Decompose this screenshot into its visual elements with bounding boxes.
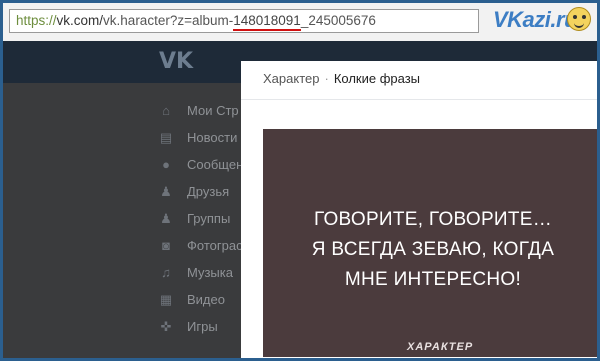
menu-item-label: Игры <box>187 319 218 334</box>
photo-watermark: ХАРАКТЕР <box>407 341 474 353</box>
home-icon: ⌂ <box>162 103 170 118</box>
news-icon: ▤ <box>159 129 173 145</box>
url-scheme: https:// <box>16 13 57 28</box>
friends-icon: ♟ <box>160 183 172 199</box>
screenshot-frame: https://vk.com/vk.haracter?z=album-14801… <box>0 0 600 361</box>
camera-icon: ◙ <box>162 238 170 253</box>
photo-caption-line: МНЕ ИНТЕРЕСНО! <box>344 269 522 290</box>
site-logo: VKazi.ru <box>493 7 578 32</box>
left-menu: ⌂ Мои Стр ▤ Новости ● Сообщен ♟ Друзья ♟… <box>157 97 243 340</box>
photo-caption-line: Я ВСЕГДА ЗЕВАЮ, КОГДА <box>311 239 555 260</box>
menu-item-label: Группы <box>187 211 231 226</box>
vk-page: VK ⌂ Мои Стр ▤ Новости ● Сообщен ♟ Друзь… <box>3 41 597 358</box>
breadcrumb-album-link[interactable]: Колкие фразы <box>334 71 420 86</box>
menu-item-label: Сообщен <box>187 157 244 172</box>
menu-item-photos[interactable]: ◙ Фотограс <box>157 232 243 259</box>
breadcrumb: Характер · Колкие фразы <box>263 71 420 86</box>
photo-viewer-modal: Характер · Колкие фразы ГОВОРИТЕ, ГОВОРИТЕ… <box>241 61 597 358</box>
games-icon: ✜ <box>160 318 172 334</box>
menu-item-label: Музыка <box>187 265 233 280</box>
smiley-icon <box>567 7 591 31</box>
menu-item-my-page[interactable]: ⌂ Мои Стр <box>157 97 243 124</box>
menu-item-news[interactable]: ▤ Новости <box>157 124 243 151</box>
vk-logo[interactable]: VK <box>159 49 193 74</box>
menu-item-label: Мои Стр <box>187 103 239 118</box>
music-icon: ♫ <box>161 265 171 280</box>
browser-toolbar: https://vk.com/vk.haracter?z=album-14801… <box>3 3 597 41</box>
menu-item-music[interactable]: ♫ Музыка <box>157 259 243 286</box>
menu-item-video[interactable]: ▦ Видео <box>157 286 243 313</box>
menu-item-groups[interactable]: ♟ Группы <box>157 205 243 232</box>
groups-icon: ♟ <box>160 210 172 226</box>
url-host: vk.com/ <box>56 13 104 28</box>
breadcrumb-group-link[interactable]: Характер <box>263 71 319 86</box>
photo-caption-line: ГОВОРИТЕ, ГОВОРИТЕ… <box>313 209 553 230</box>
url-photo-tail: _245005676 <box>300 13 376 28</box>
menu-item-games[interactable]: ✜ Игры <box>157 313 243 340</box>
menu-item-label: Новости <box>187 130 238 145</box>
breadcrumb-separator: · <box>324 71 329 86</box>
divider <box>241 99 597 100</box>
address-bar[interactable]: https://vk.com/vk.haracter?z=album-14801… <box>9 9 479 33</box>
message-icon: ● <box>162 157 170 172</box>
menu-item-label: Фотограс <box>187 238 243 253</box>
menu-item-label: Друзья <box>187 184 230 199</box>
menu-item-friends[interactable]: ♟ Друзья <box>157 178 243 205</box>
photo-caption: ГОВОРИТЕ, ГОВОРИТЕ… Я ВСЕГДА ЗЕВАЮ, КОГД… <box>263 205 597 295</box>
url-album-id: 148018091 <box>233 13 301 28</box>
url-path: vk.haracter?z=album- <box>103 13 234 28</box>
menu-item-messages[interactable]: ● Сообщен <box>157 151 243 178</box>
album-photo[interactable]: ГОВОРИТЕ, ГОВОРИТЕ… Я ВСЕГДА ЗЕВАЮ, КОГД… <box>263 129 597 357</box>
video-icon: ▦ <box>159 291 173 307</box>
menu-item-label: Видео <box>187 292 225 307</box>
